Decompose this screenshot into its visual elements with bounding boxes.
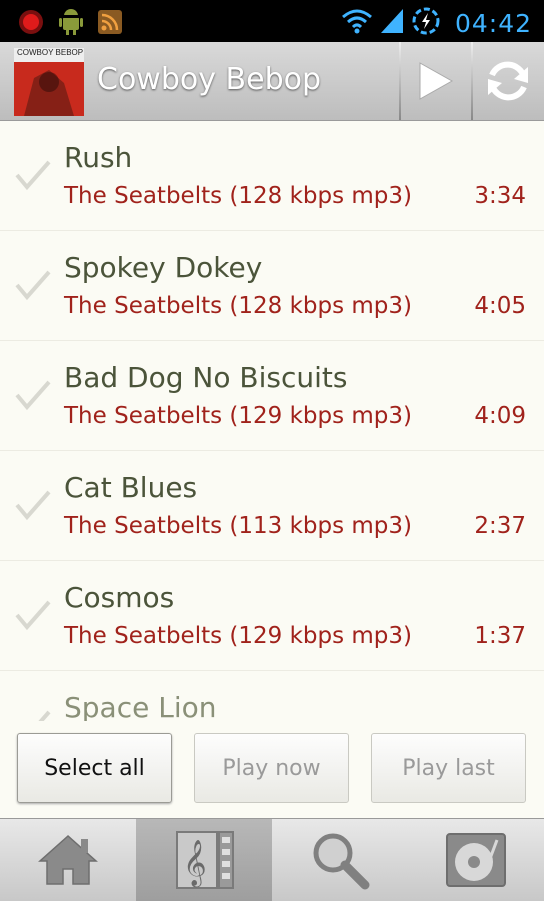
song-artist: The Seatbelts (113 kbps mp3)	[64, 513, 413, 539]
song-list[interactable]: Rush The Seatbelts (128 kbps mp3) 3:34 S…	[0, 121, 544, 721]
song-title: Rush	[64, 141, 133, 174]
song-duration: 1:37	[474, 623, 526, 649]
rss-icon	[98, 10, 122, 38]
play-icon	[419, 62, 454, 100]
android-icon	[58, 8, 84, 40]
nav-home[interactable]	[0, 819, 136, 901]
home-icon	[38, 834, 98, 885]
turntable-icon	[446, 833, 506, 887]
song-row[interactable]: Rush The Seatbelts (128 kbps mp3) 3:34	[0, 121, 544, 231]
song-row[interactable]: Spokey Dokey The Seatbelts (128 kbps mp3…	[0, 231, 544, 341]
wifi-icon	[341, 7, 373, 39]
play-button[interactable]	[401, 42, 471, 120]
status-bar: 04:42	[0, 0, 544, 42]
svg-text:𝄞: 𝄞	[183, 840, 207, 888]
song-artist: The Seatbelts (129 kbps mp3)	[64, 623, 413, 649]
nav-search[interactable]	[272, 819, 408, 901]
refresh-icon	[488, 61, 528, 101]
music-library-icon: 𝄞	[176, 831, 234, 889]
action-button-bar: Select all Play now Play last	[0, 721, 544, 818]
song-row[interactable]: Cosmos The Seatbelts (129 kbps mp3) 1:37	[0, 561, 544, 671]
signal-icon	[379, 7, 405, 39]
song-title: Spokey Dokey	[64, 251, 263, 284]
checkmark-icon[interactable]	[14, 489, 52, 525]
song-title: Cat Blues	[64, 471, 198, 504]
record-icon	[18, 9, 44, 39]
song-row[interactable]: Space Lion	[0, 671, 544, 721]
checkmark-icon[interactable]	[14, 159, 52, 195]
search-icon	[313, 833, 370, 890]
song-duration: 2:37	[474, 513, 526, 539]
song-duration: 4:09	[474, 403, 526, 429]
song-artist: The Seatbelts (128 kbps mp3)	[64, 293, 413, 319]
song-row[interactable]: Bad Dog No Biscuits The Seatbelts (129 k…	[0, 341, 544, 451]
play-now-button[interactable]: Play now	[194, 733, 349, 803]
checkmark-icon[interactable]	[14, 599, 52, 635]
song-row[interactable]: Cat Blues The Seatbelts (113 kbps mp3) 2…	[0, 451, 544, 561]
song-title: Cosmos	[64, 581, 175, 614]
song-title: Space Lion	[64, 691, 217, 721]
battery-charging-icon	[411, 6, 441, 40]
checkmark-icon[interactable]	[14, 269, 52, 305]
song-duration: 4:05	[474, 293, 526, 319]
select-all-button[interactable]: Select all	[17, 733, 172, 803]
checkmark-icon[interactable]	[14, 379, 52, 415]
song-duration: 3:34	[474, 183, 526, 209]
nav-now-playing[interactable]	[408, 819, 544, 901]
bottom-nav: 𝄞	[0, 818, 544, 901]
play-last-button[interactable]: Play last	[371, 733, 526, 803]
album-art: COWBOY BEBOP	[14, 48, 84, 116]
checkmark-icon[interactable]	[14, 709, 52, 721]
title-bar: COWBOY BEBOP Cowboy Bebop	[0, 42, 544, 121]
song-title: Bad Dog No Biscuits	[64, 361, 348, 394]
album-title: Cowboy Bebop	[97, 62, 322, 97]
status-time: 04:42	[454, 8, 532, 38]
refresh-button[interactable]	[473, 42, 543, 120]
nav-library[interactable]: 𝄞	[136, 819, 272, 901]
song-artist: The Seatbelts (128 kbps mp3)	[64, 183, 413, 209]
song-artist: The Seatbelts (129 kbps mp3)	[64, 403, 413, 429]
